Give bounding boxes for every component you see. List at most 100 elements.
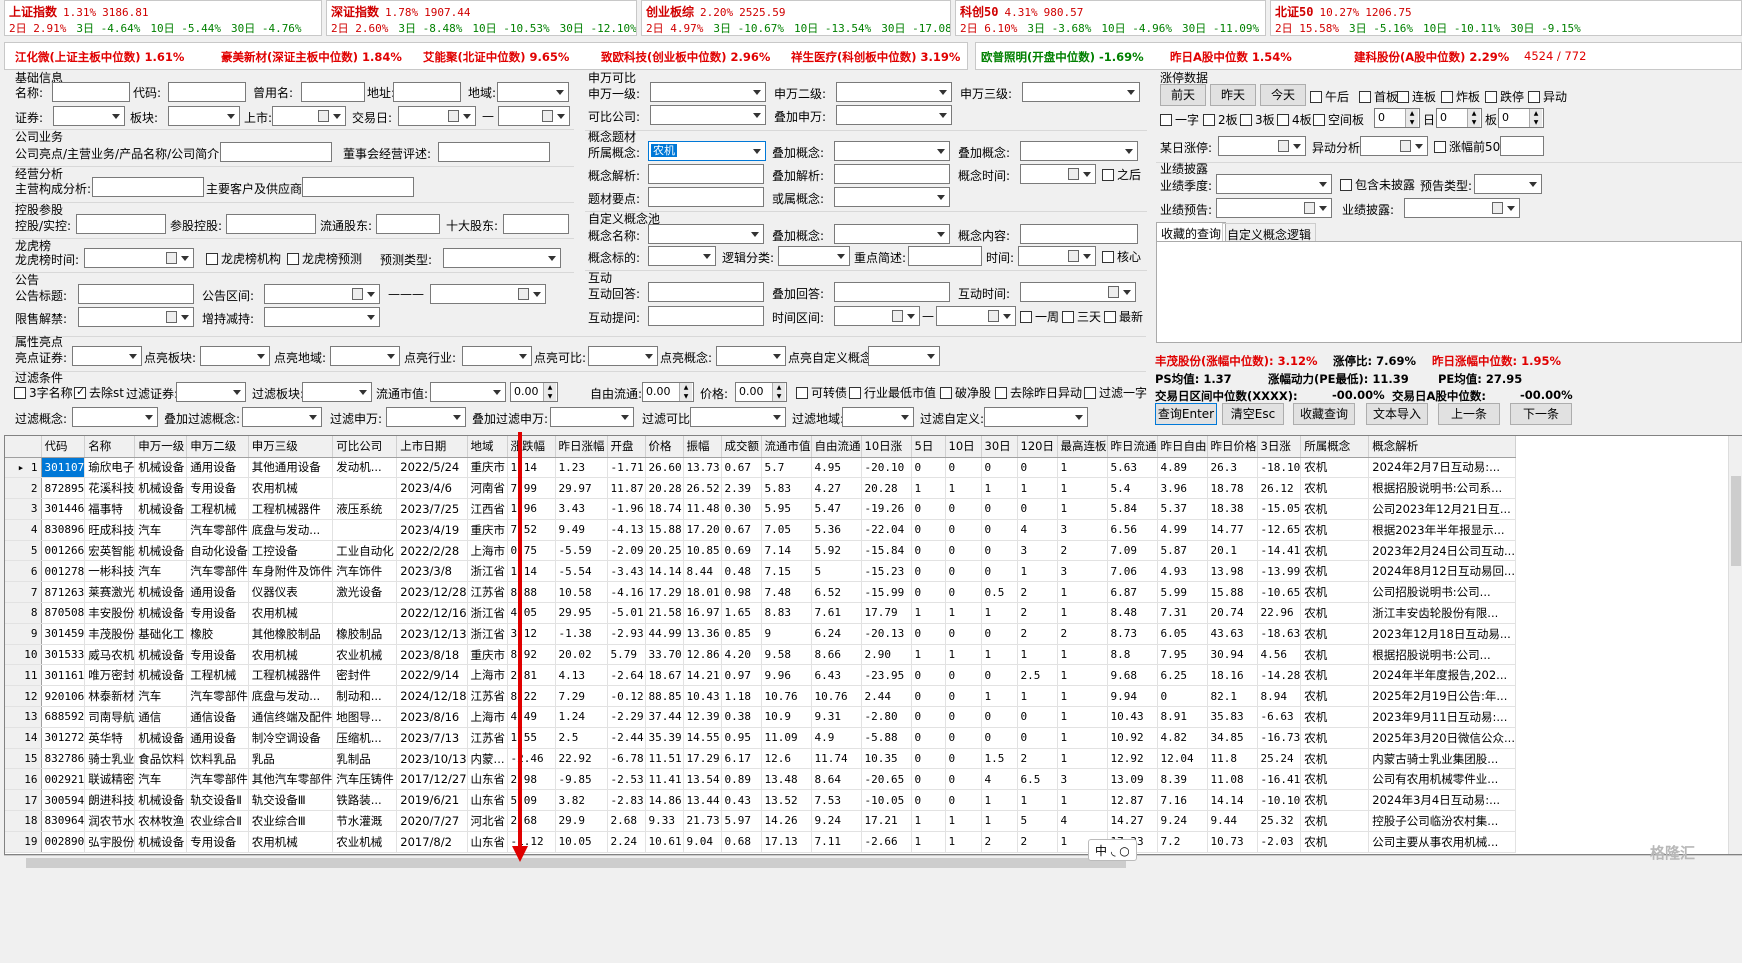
after-checkbox[interactable]: 之后 <box>1102 166 1141 183</box>
table-cell[interactable]: 2.39 <box>721 477 762 500</box>
table-cell[interactable]: 2023/8/18 <box>396 644 468 666</box>
table-cell[interactable]: 9.04 <box>683 831 722 853</box>
table-cell[interactable]: -2.03 <box>1257 831 1302 853</box>
column-header[interactable]: 10日涨 <box>861 436 912 458</box>
table-cell[interactable]: 9.96 <box>761 664 812 687</box>
table-cell[interactable]: 10.92 <box>1107 727 1158 749</box>
table-cell[interactable]: -13.99 <box>1257 560 1302 583</box>
table-cell[interactable]: 7.61 <box>811 602 862 624</box>
column-header[interactable]: 昨日价格 <box>1207 436 1258 458</box>
yesterday-button[interactable]: 昨天 <box>1210 84 1256 106</box>
table-cell[interactable]: 2023年12月18日互动易... <box>1368 623 1516 645</box>
table-cell[interactable]: 农林牧渔 <box>134 810 188 832</box>
column-header[interactable]: 概念解析 <box>1368 436 1516 458</box>
table-cell[interactable]: 林泰新材 <box>84 685 136 708</box>
fst-checkbox[interactable]: 去除st <box>74 384 124 401</box>
table-cell[interactable]: 根据招股说明书:公司系... <box>1368 477 1516 500</box>
fabn-checkbox[interactable]: 去除昨日异动 <box>995 384 1082 401</box>
someday-picker[interactable] <box>1218 136 1306 156</box>
next-record-button[interactable]: 下一条 <box>1510 403 1572 425</box>
table-cell[interactable]: 0 <box>911 685 946 708</box>
table-cell[interactable]: 1.23 <box>555 457 608 479</box>
unlock-picker[interactable] <box>78 307 194 327</box>
table-cell[interactable]: 河南省 <box>467 477 508 500</box>
table-cell[interactable]: 机械设备 <box>134 644 188 666</box>
column-header[interactable]: 昨日自由 <box>1157 436 1208 458</box>
fbreak-checkbox[interactable]: 破净股 <box>940 384 991 401</box>
table-cell[interactable]: 发动机... <box>332 457 398 479</box>
table-cell[interactable]: 5 <box>1017 810 1058 832</box>
table-cell[interactable]: 830964 <box>41 810 86 832</box>
table-cell[interactable]: 5.99 <box>1157 581 1208 604</box>
column-header[interactable]: 申万三级 <box>248 436 334 458</box>
table-cell[interactable]: 0 <box>981 664 1018 687</box>
grid-vertical-scrollbar[interactable] <box>1728 436 1742 854</box>
table-cell[interactable]: 17.29 <box>683 748 722 770</box>
table-cell[interactable]: 1 <box>911 477 946 500</box>
table-cell[interactable]: 0.67 <box>721 457 762 479</box>
table-cell[interactable]: 轨交设备Ⅱ <box>186 789 249 812</box>
table-cell[interactable]: 12.6 <box>761 748 812 770</box>
table-cell[interactable]: 4.95 <box>811 457 862 479</box>
table-cell[interactable]: 通用设备 <box>186 457 249 479</box>
table-cell[interactable]: 浙江丰安齿轮股份有限... <box>1368 602 1516 624</box>
table-cell[interactable]: -22.04 <box>861 519 912 541</box>
table-cell[interactable]: 2024年2月7日互动易:... <box>1368 457 1516 479</box>
table-cell[interactable]: 3.96 <box>1157 477 1208 500</box>
table-cell[interactable]: 17.21 <box>861 810 912 832</box>
table-cell[interactable]: 9.68 <box>1107 664 1158 687</box>
table-cell[interactable]: -3.43 <box>607 560 646 583</box>
save-query-button[interactable]: 收藏查询 <box>1293 403 1355 425</box>
table-cell[interactable]: 301161 <box>41 664 86 687</box>
fmv-select[interactable] <box>430 382 506 402</box>
table-cell[interactable]: 18.78 <box>1207 477 1258 500</box>
table-cell[interactable]: 车身附件及饰件 <box>248 560 334 583</box>
table-cell[interactable]: 工程机械 <box>186 498 249 520</box>
table-cell[interactable]: 1 <box>1017 789 1058 812</box>
column-header[interactable]: 名称 <box>84 436 136 458</box>
table-cell[interactable]: 34.85 <box>1207 727 1258 749</box>
table-cell[interactable]: 铁路装... <box>332 789 398 812</box>
table-cell[interactable]: 0 <box>1157 685 1208 708</box>
hlboard-select[interactable] <box>200 346 270 366</box>
table-cell[interactable]: 农业机械 <box>332 644 398 666</box>
column-header[interactable]: 昨日涨幅 <box>555 436 608 458</box>
table-cell[interactable]: 22.96 <box>1257 602 1302 624</box>
table-cell[interactable]: 11.48 <box>683 498 722 520</box>
row-number[interactable]: 6 <box>5 560 42 583</box>
extra-spinner[interactable]: 0 <box>1498 108 1544 128</box>
table-cell[interactable]: -23.95 <box>861 664 912 687</box>
table-cell[interactable]: 5.7 <box>761 457 812 479</box>
table-cell[interactable]: 4 <box>1017 519 1058 541</box>
table-cell[interactable]: 机械设备 <box>134 602 188 624</box>
table-cell[interactable]: 9.24 <box>811 810 862 832</box>
table-cell[interactable]: -15.23 <box>861 560 912 583</box>
table-cell[interactable]: 9.94 <box>1107 685 1158 708</box>
faddconcept-select[interactable] <box>242 407 322 427</box>
table-cell[interactable]: 农机 <box>1300 810 1370 832</box>
table-cell[interactable]: 0 <box>945 706 982 728</box>
time-picker[interactable] <box>1018 246 1096 266</box>
table-cell[interactable]: 37.44 <box>645 706 684 728</box>
table-cell[interactable]: 1 <box>945 831 982 853</box>
row-number[interactable]: 16 <box>5 768 42 791</box>
table-cell[interactable]: 0 <box>981 457 1018 479</box>
table-cell[interactable]: 唯万密封 <box>84 664 136 687</box>
table-cell[interactable]: 18.16 <box>1207 664 1258 687</box>
table-cell[interactable]: 11.74 <box>811 748 862 770</box>
annrange-end-picker[interactable] <box>430 284 546 304</box>
table-cell[interactable]: 14.77 <box>1207 519 1258 541</box>
table-cell[interactable]: 浙江省 <box>467 602 508 624</box>
table-cell[interactable]: 1 <box>1057 727 1108 749</box>
f3-checkbox[interactable]: 3字名称 <box>14 384 73 401</box>
table-cell[interactable]: 工程机械器件 <box>248 498 334 520</box>
table-cell[interactable]: 10.9 <box>761 706 812 728</box>
table-cell[interactable]: 26.12 <box>1257 477 1302 500</box>
index-panel-1[interactable]: 深证指数 1.78% 1907.44 2日 2.60% 3日 -8.48% 10日 -10… <box>326 0 637 36</box>
table-cell[interactable]: -2.29 <box>607 706 646 728</box>
table-cell[interactable]: 5.92 <box>811 540 862 562</box>
top50-input[interactable] <box>1500 136 1544 156</box>
table-cell[interactable]: 工程机械 <box>186 664 249 687</box>
column-header[interactable]: 代码 <box>41 436 86 458</box>
table-cell[interactable]: 82.1 <box>1207 685 1258 708</box>
